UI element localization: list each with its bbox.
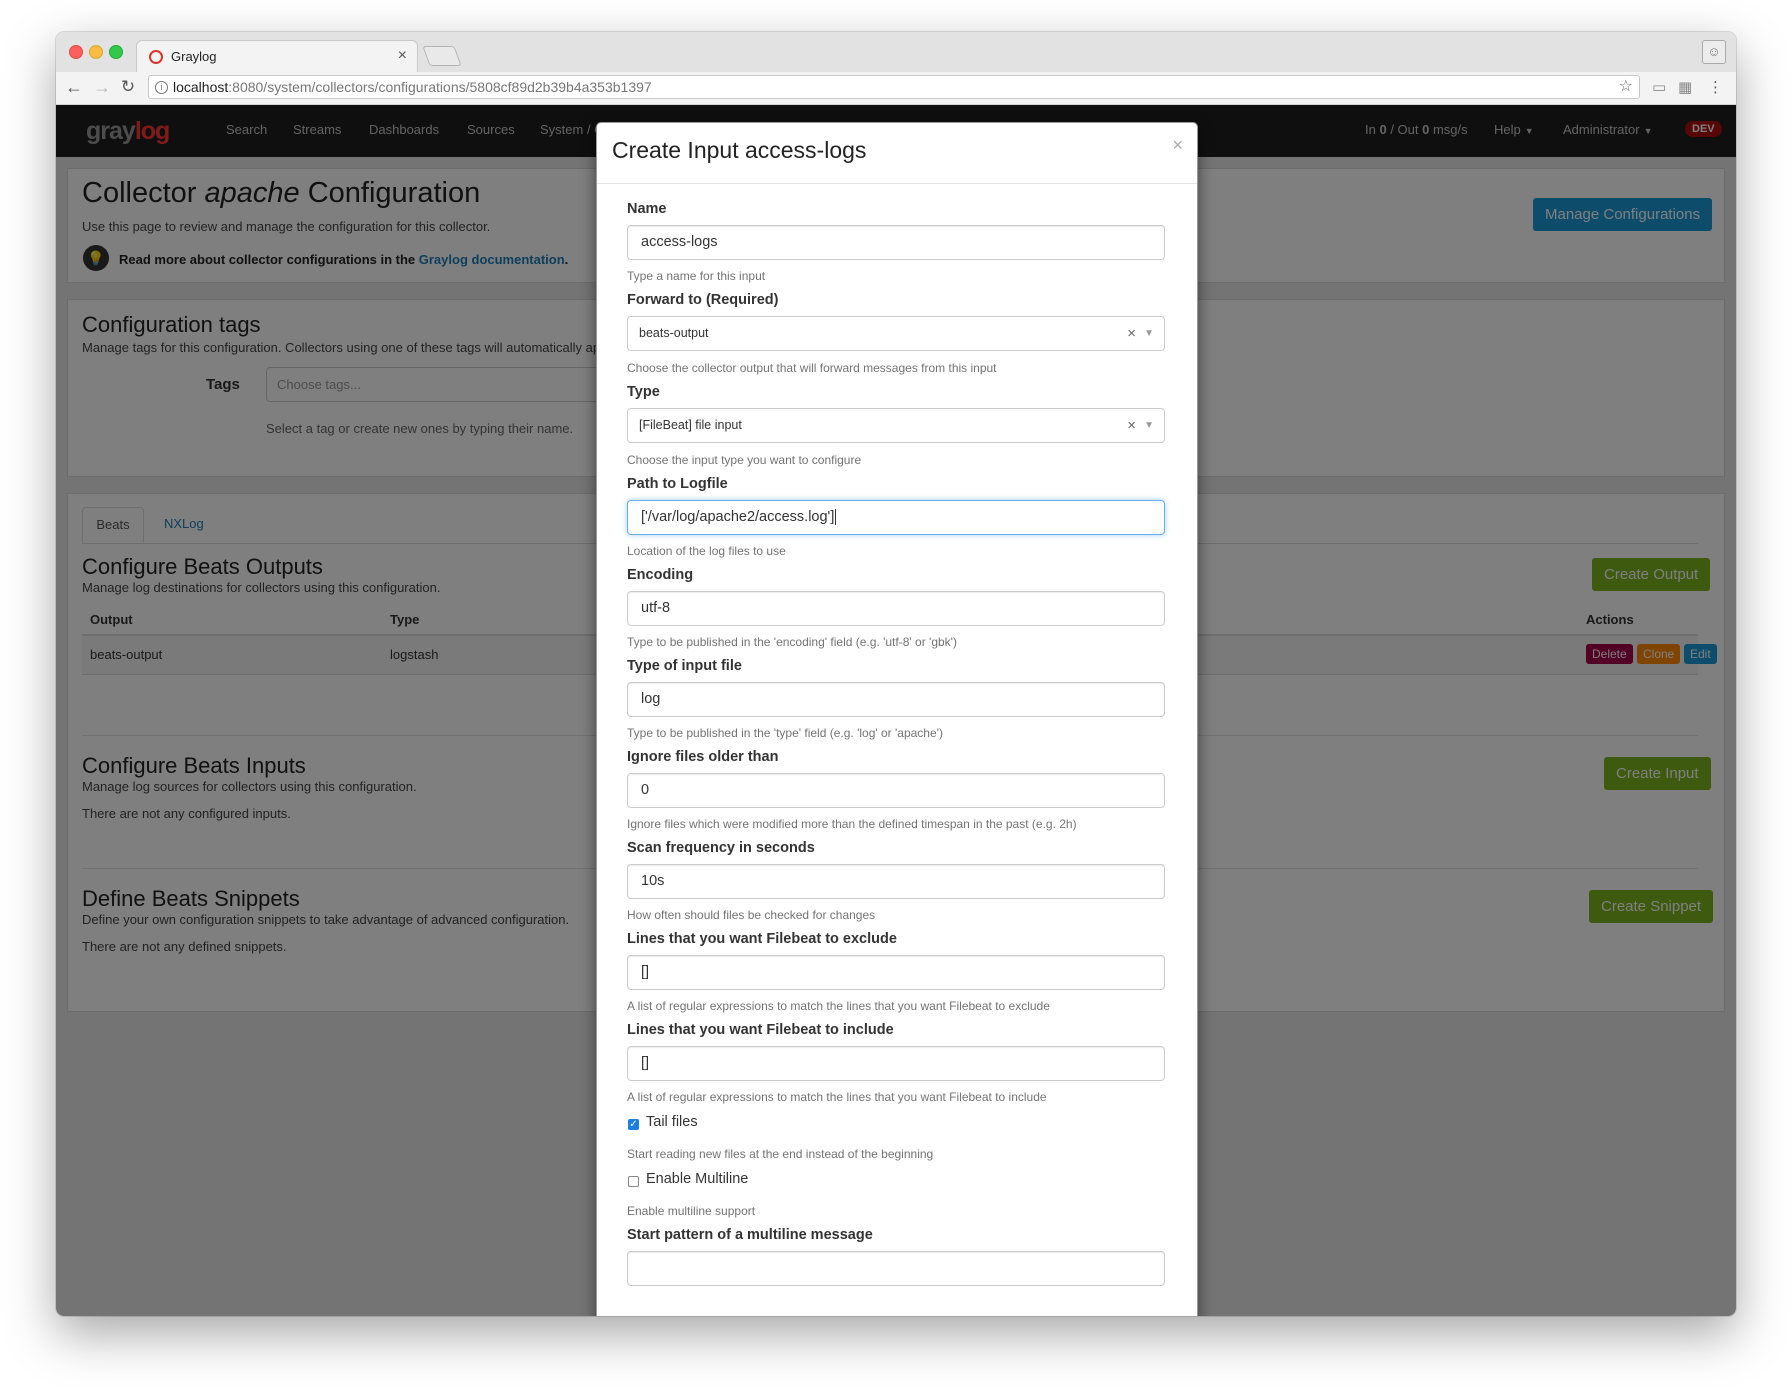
exclude-lines-help: A list of regular expressions to match t… bbox=[627, 999, 1050, 1013]
page-viewport: graylog Search Streams Dashboards Source… bbox=[56, 105, 1736, 1316]
enable-multiline-checkbox[interactable] bbox=[628, 1176, 639, 1187]
input-file-type-help: Type to be published in the 'type' field… bbox=[627, 726, 943, 740]
ignore-older-help: Ignore files which were modified more th… bbox=[627, 817, 1077, 831]
cast-icon[interactable]: ▭ bbox=[1652, 78, 1666, 96]
ignore-older-input[interactable]: 0 bbox=[627, 773, 1165, 808]
browser-titlebar: Graylog × ☺ bbox=[56, 32, 1736, 72]
text-cursor bbox=[835, 509, 837, 525]
encoding-help: Type to be published in the 'encoding' f… bbox=[627, 635, 957, 649]
forward-to-help: Choose the collector output that will fo… bbox=[627, 361, 997, 375]
ignore-older-label: Ignore files older than bbox=[627, 749, 779, 765]
bookmark-star-icon[interactable]: ☆ bbox=[1619, 76, 1633, 98]
back-icon[interactable]: ← bbox=[64, 77, 84, 98]
encoding-label: Encoding bbox=[627, 567, 694, 583]
profile-icon[interactable]: ☺ bbox=[1702, 40, 1726, 64]
maximize-window-button[interactable] bbox=[109, 45, 123, 59]
clear-icon[interactable]: × bbox=[1127, 409, 1136, 442]
browser-toolbar: ← → ↻ i localhost:8080/system/collectors/… bbox=[56, 72, 1736, 105]
multiline-pattern-input[interactable] bbox=[627, 1251, 1165, 1286]
multiline-pattern-label: Start pattern of a multiline message bbox=[627, 1227, 873, 1243]
tail-files-label[interactable]: Tail files bbox=[646, 1114, 698, 1130]
exclude-lines-input[interactable]: [] bbox=[627, 955, 1165, 990]
modal-title: Create Input access-logs bbox=[612, 137, 867, 163]
encoding-input[interactable]: utf-8 bbox=[627, 591, 1165, 626]
include-lines-help: A list of regular expressions to match t… bbox=[627, 1090, 1047, 1104]
new-tab-button[interactable] bbox=[422, 46, 462, 66]
name-input[interactable]: access-logs bbox=[627, 225, 1165, 260]
chevron-down-icon[interactable]: ▼ bbox=[1144, 317, 1154, 350]
input-file-type-label: Type of input file bbox=[627, 658, 742, 674]
close-window-button[interactable] bbox=[69, 45, 83, 59]
url-path: :8080/system/collectors/configurations/5… bbox=[228, 79, 652, 95]
type-label: Type bbox=[627, 384, 660, 400]
forward-icon[interactable]: → bbox=[92, 77, 112, 98]
name-help: Type a name for this input bbox=[627, 269, 766, 283]
type-help: Choose the input type you want to config… bbox=[627, 453, 862, 467]
name-label: Name bbox=[627, 201, 667, 217]
forward-to-label: Forward to (Required) bbox=[627, 292, 779, 308]
type-value: [FileBeat] file input bbox=[639, 418, 742, 432]
scan-frequency-help: How often should files be checked for ch… bbox=[627, 908, 876, 922]
include-lines-input[interactable]: [] bbox=[627, 1046, 1165, 1081]
address-bar[interactable]: i localhost:8080/system/collectors/config… bbox=[148, 75, 1640, 99]
path-help: Location of the log files to use bbox=[627, 544, 786, 558]
graylog-favicon-icon bbox=[149, 50, 163, 64]
extension-icon[interactable]: ▦ bbox=[1678, 78, 1692, 96]
path-label: Path to Logfile bbox=[627, 476, 728, 492]
create-input-modal: Create Input access-logs × Name access-l… bbox=[596, 122, 1198, 1316]
exclude-lines-label: Lines that you want Filebeat to exclude bbox=[627, 931, 897, 947]
info-icon[interactable]: i bbox=[155, 81, 168, 94]
path-input[interactable]: ['/var/log/apache2/access.log'] bbox=[627, 500, 1165, 535]
url-host: localhost bbox=[173, 79, 229, 95]
path-value: ['/var/log/apache2/access.log'] bbox=[641, 509, 835, 525]
enable-multiline-help: Enable multiline support bbox=[627, 1204, 756, 1218]
tail-files-checkbox[interactable]: ✓ bbox=[628, 1119, 639, 1130]
scan-frequency-input[interactable]: 10s bbox=[627, 864, 1165, 899]
type-select[interactable]: [FileBeat] file input × ▼ bbox=[627, 408, 1165, 443]
input-file-type-input[interactable]: log bbox=[627, 682, 1165, 717]
forward-to-select[interactable]: beats-output × ▼ bbox=[627, 316, 1165, 351]
scan-frequency-label: Scan frequency in seconds bbox=[627, 840, 815, 856]
menu-icon[interactable]: ⋮ bbox=[1708, 78, 1723, 96]
clear-icon[interactable]: × bbox=[1127, 317, 1136, 350]
tab-close-icon[interactable]: × bbox=[398, 47, 407, 65]
close-icon[interactable]: × bbox=[1172, 135, 1183, 156]
tail-files-help: Start reading new files at the end inste… bbox=[627, 1147, 934, 1161]
chevron-down-icon[interactable]: ▼ bbox=[1144, 409, 1154, 442]
forward-to-value: beats-output bbox=[639, 326, 709, 340]
modal-header-divider bbox=[597, 183, 1197, 184]
enable-multiline-label[interactable]: Enable Multiline bbox=[646, 1171, 748, 1187]
browser-tab[interactable]: Graylog × bbox=[136, 40, 418, 72]
reload-icon[interactable]: ↻ bbox=[118, 77, 138, 97]
browser-window: Graylog × ☺ ← → ↻ i localhost:8080/system… bbox=[56, 32, 1736, 1316]
tab-title: Graylog bbox=[171, 49, 217, 64]
include-lines-label: Lines that you want Filebeat to include bbox=[627, 1022, 894, 1038]
minimize-window-button[interactable] bbox=[89, 45, 103, 59]
